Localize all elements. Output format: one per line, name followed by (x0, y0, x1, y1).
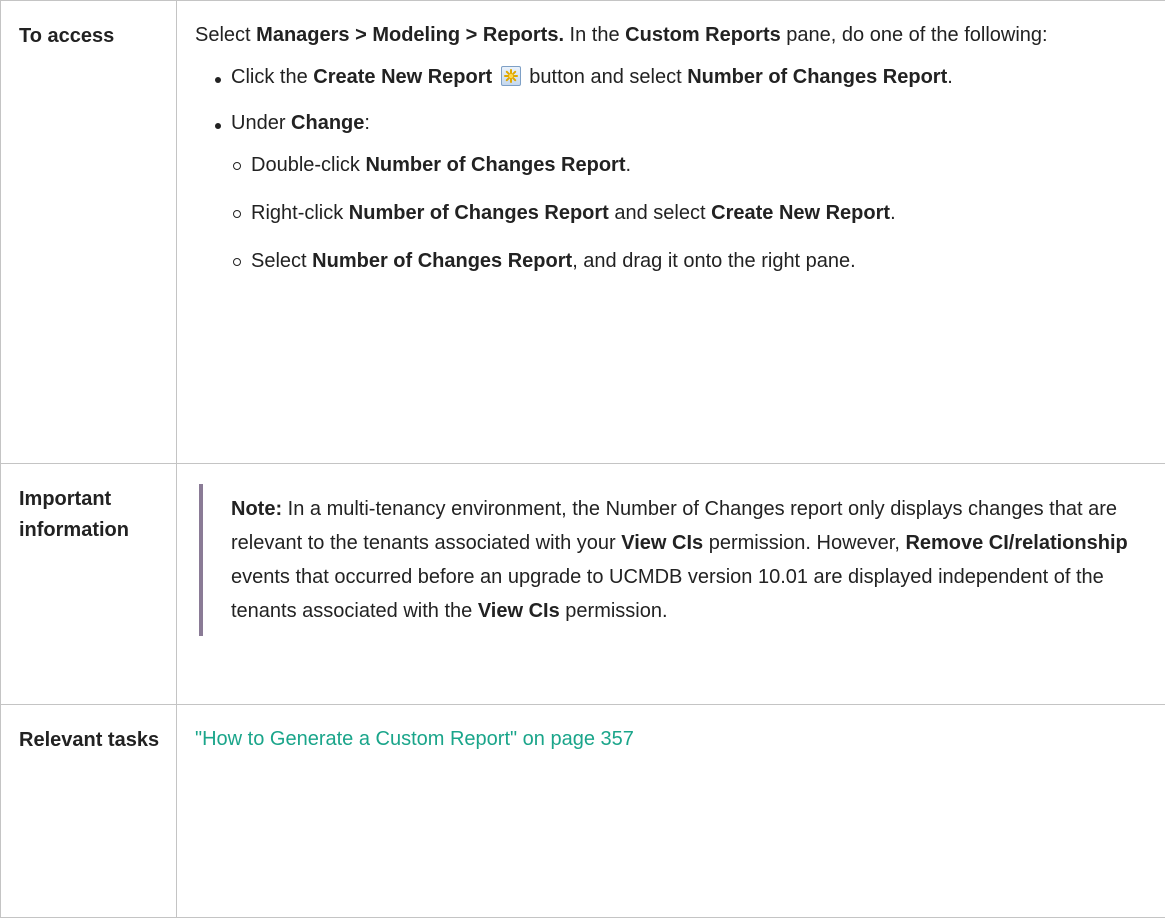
note-view-cis-2: View CIs (478, 600, 560, 622)
create-new-report-icon (501, 66, 521, 86)
list-item: Double-click Number of Changes Report. (233, 147, 1151, 183)
note-box: Note: In a multi-tenancy environment, th… (199, 484, 1151, 636)
to-access-content: Select Managers > Modeling > Reports. In… (177, 1, 1165, 464)
access-intro: Select Managers > Modeling > Reports. In… (195, 17, 1151, 53)
sub2-create-new-report: Create New Report (711, 202, 890, 224)
note-text-4: permission. (560, 600, 668, 622)
sub2-text-2: and select (609, 202, 711, 224)
intro-text-1: Select (195, 24, 256, 46)
menu-path: Managers > Modeling > Reports. (256, 24, 564, 46)
bullet2-text-1: Under (231, 112, 291, 134)
bullet1-text-2: button and select (524, 66, 687, 88)
bullet1-text-3: . (947, 66, 953, 88)
relevant-tasks-row: Relevant tasks "How to Generate a Custom… (1, 705, 1165, 918)
important-information-content: Note: In a multi-tenancy environment, th… (177, 464, 1165, 705)
sub3-text-2: , and drag it onto the right pane. (572, 250, 856, 272)
note-view-cis-1: View CIs (621, 532, 703, 554)
access-options-list: Click the Create New Report button and s… (195, 59, 1151, 279)
relevant-tasks-content: "How to Generate a Custom Report" on pag… (177, 705, 1165, 918)
important-information-row: Important information Note: In a multi-t… (1, 464, 1165, 705)
sub2-text-1: Right-click (251, 202, 349, 224)
note-title: Note: (231, 498, 282, 520)
bullet1-text-1: Click the (231, 66, 313, 88)
note-text-2: permission. However, (703, 532, 905, 554)
change-category-label: Change (291, 112, 364, 134)
to-access-row: To access Select Managers > Modeling > R… (1, 1, 1165, 464)
row-label-important-information: Important information (1, 464, 177, 705)
bullet2-text-2: : (364, 112, 370, 134)
change-sub-options-list: Double-click Number of Changes Report. R… (231, 147, 1151, 279)
list-item: Select Number of Changes Report, and dra… (233, 243, 1151, 279)
row-label-to-access: To access (1, 1, 177, 464)
intro-text-2: In the (564, 24, 625, 46)
create-new-report-label: Create New Report (313, 66, 492, 88)
list-item: Under Change: Double-click Number of Cha… (215, 105, 1151, 279)
sub1-text-2: . (626, 154, 632, 176)
sub2-report-name: Number of Changes Report (349, 202, 609, 224)
number-of-changes-report-label: Number of Changes Report (687, 66, 947, 88)
how-to-generate-custom-report-link[interactable]: "How to Generate a Custom Report" on pag… (195, 728, 634, 750)
sub3-report-name: Number of Changes Report (312, 250, 572, 272)
reference-table: To access Select Managers > Modeling > R… (0, 0, 1165, 918)
note-remove-ci-relationship: Remove CI/relationship (905, 532, 1127, 554)
row-label-relevant-tasks: Relevant tasks (1, 705, 177, 918)
list-item: Right-click Number of Changes Report and… (233, 195, 1151, 231)
intro-text-3: pane, do one of the following: (781, 24, 1048, 46)
sub3-text-1: Select (251, 250, 312, 272)
custom-reports-pane-name: Custom Reports (625, 24, 781, 46)
sub2-text-3: . (890, 202, 896, 224)
list-item: Click the Create New Report button and s… (215, 59, 1151, 95)
sub1-text-1: Double-click (251, 154, 365, 176)
sub1-report-name: Number of Changes Report (365, 154, 625, 176)
